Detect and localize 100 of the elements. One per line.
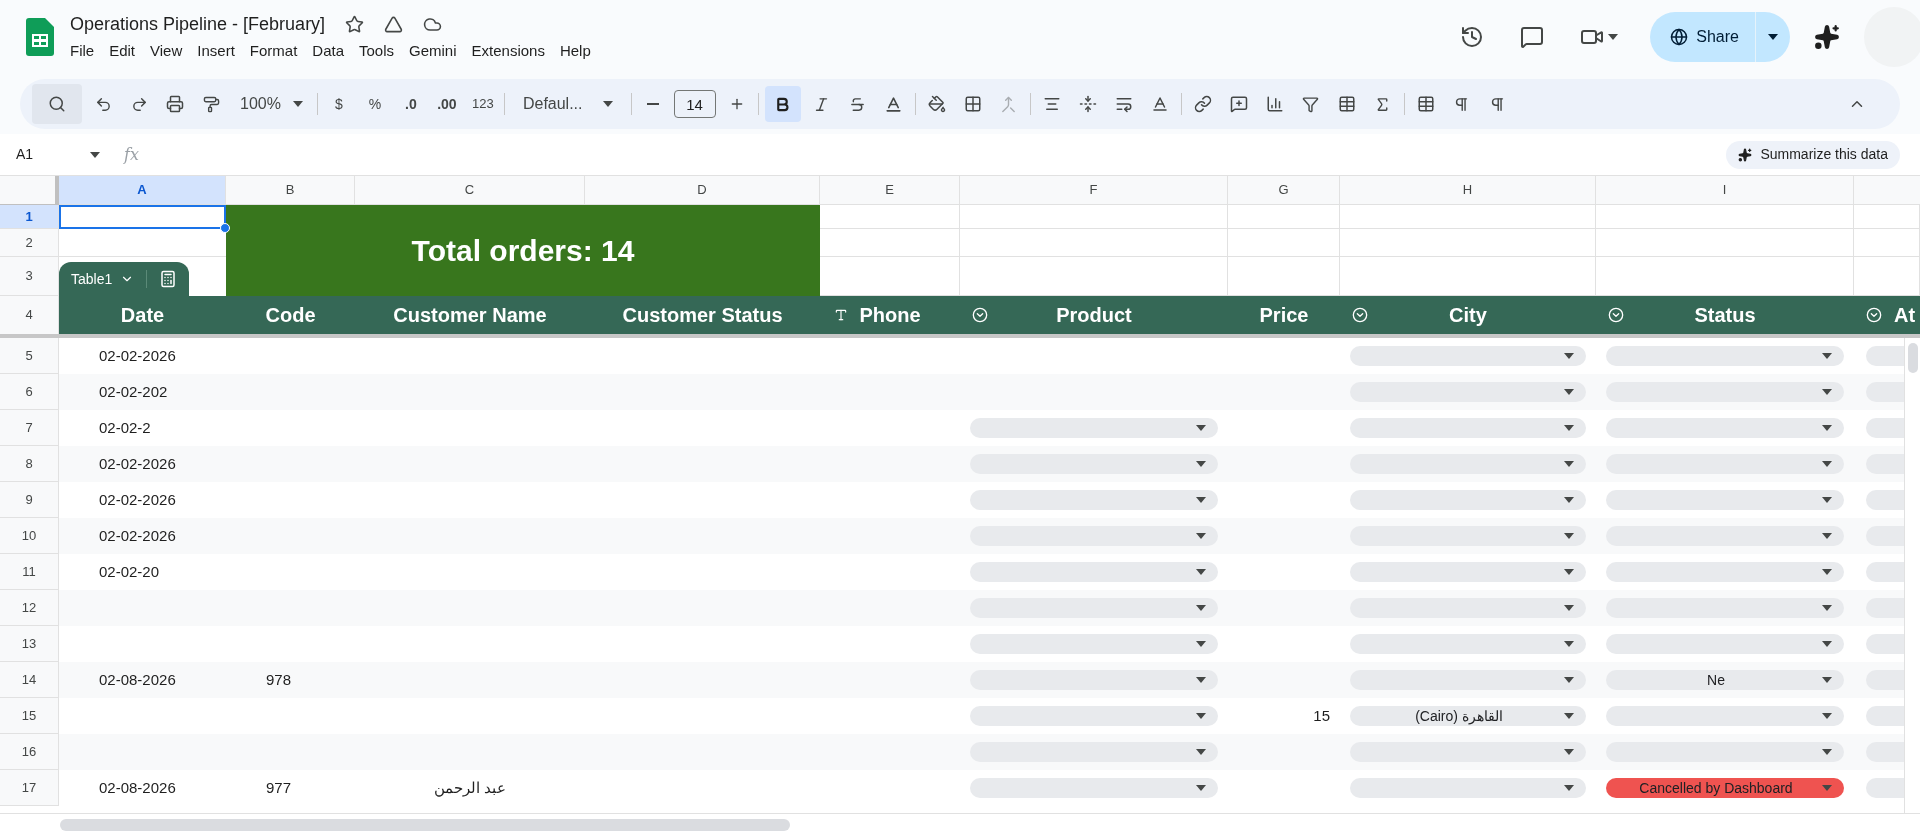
font-select[interactable]: Defaul...: [510, 92, 625, 116]
search-button[interactable]: [32, 84, 82, 124]
dropdown-chip[interactable]: [970, 490, 1218, 510]
dropdown-chip[interactable]: [970, 598, 1218, 618]
menu-item[interactable]: Edit: [109, 40, 136, 63]
table-header-cell[interactable]: Customer Name: [355, 296, 585, 334]
dropdown-chip[interactable]: [1866, 742, 1904, 762]
dropdown-chip[interactable]: [1350, 562, 1586, 582]
menu-item[interactable]: Extensions: [471, 40, 545, 63]
column-header[interactable]: I: [1596, 176, 1854, 205]
row-header[interactable]: 15: [0, 698, 59, 734]
table-header-cell[interactable]: Date: [59, 296, 226, 334]
dropdown-chip[interactable]: [1350, 778, 1586, 798]
dropdown-chip[interactable]: [1350, 670, 1586, 690]
increase-decimal-button[interactable]: .00: [431, 89, 462, 119]
dropdown-chip[interactable]: [970, 562, 1218, 582]
row-header[interactable]: 17: [0, 770, 59, 806]
row-header[interactable]: 7: [0, 410, 59, 446]
table-header-cell[interactable]: Status: [1596, 296, 1854, 334]
drive-icon[interactable]: [384, 15, 404, 35]
dropdown-chip[interactable]: [1606, 454, 1844, 474]
history-icon[interactable]: [1460, 25, 1485, 49]
row-header[interactable]: 6: [0, 374, 59, 410]
row-header[interactable]: 13: [0, 626, 59, 662]
menu-item[interactable]: Insert: [197, 40, 235, 63]
dropdown-chip[interactable]: [970, 418, 1218, 438]
column-header[interactable]: H: [1340, 176, 1596, 205]
sparkle-icon[interactable]: [1814, 24, 1840, 50]
menu-item[interactable]: Help: [559, 40, 591, 63]
menu-item[interactable]: Gemini: [409, 40, 457, 63]
table-header-cell[interactable]: Customer Status: [585, 296, 820, 334]
dropdown-chip[interactable]: [1866, 454, 1904, 474]
menu-item[interactable]: Format: [249, 40, 298, 63]
row-header[interactable]: 5: [0, 338, 59, 374]
dropdown-chip[interactable]: [970, 454, 1218, 474]
column-header[interactable]: F: [960, 176, 1228, 205]
dropdown-chip[interactable]: [1866, 598, 1904, 618]
menu-item[interactable]: File: [70, 40, 95, 63]
row-header[interactable]: 4: [0, 296, 59, 334]
dropdown-chip[interactable]: [1866, 634, 1904, 654]
dropdown-chip[interactable]: [1350, 346, 1586, 366]
table-header-cell[interactable]: City: [1340, 296, 1596, 334]
row-header[interactable]: 9: [0, 482, 59, 518]
vertical-scrollbar[interactable]: [1907, 343, 1918, 373]
dropdown-chip[interactable]: [1866, 706, 1904, 726]
column-header[interactable]: B: [226, 176, 355, 205]
dropdown-chip[interactable]: [1350, 382, 1586, 402]
column-header[interactable]: C: [355, 176, 585, 205]
dropdown-chip[interactable]: [1606, 346, 1844, 366]
dropdown-chip[interactable]: [1350, 490, 1586, 510]
dropdown-chip[interactable]: [970, 634, 1218, 654]
dropdown-chip[interactable]: Ne: [1606, 670, 1844, 690]
column-header[interactable]: [1854, 176, 1920, 205]
column-header[interactable]: E: [820, 176, 960, 205]
comment-icon[interactable]: [1520, 25, 1545, 49]
dropdown-chip[interactable]: [1350, 454, 1586, 474]
table-header-cell[interactable]: Code: [226, 296, 355, 334]
calculator-icon[interactable]: [159, 270, 178, 288]
column-header[interactable]: D: [585, 176, 820, 205]
dropdown-chip[interactable]: [970, 706, 1218, 726]
sheets-logo-icon[interactable]: [26, 18, 54, 56]
dropdown-chip[interactable]: [1866, 490, 1904, 510]
dropdown-chip[interactable]: [1350, 526, 1586, 546]
dropdown-chip[interactable]: [1606, 634, 1844, 654]
dropdown-chip[interactable]: [1606, 706, 1844, 726]
menu-item[interactable]: Data: [312, 40, 344, 63]
dropdown-chip[interactable]: [1350, 634, 1586, 654]
dropdown-chip[interactable]: [970, 526, 1218, 546]
dropdown-chip[interactable]: [1866, 562, 1904, 582]
dropdown-chip[interactable]: Cancelled by Dashboard: [1606, 778, 1844, 798]
table-header-cell[interactable]: Price: [1228, 296, 1340, 334]
menu-item[interactable]: View: [150, 40, 183, 63]
dropdown-chip[interactable]: [1606, 490, 1844, 510]
column-header[interactable]: G: [1228, 176, 1340, 205]
dropdown-chip[interactable]: [1350, 742, 1586, 762]
dropdown-chip[interactable]: [1866, 670, 1904, 690]
dropdown-chip[interactable]: [970, 778, 1218, 798]
star-icon[interactable]: [345, 15, 365, 35]
column-header[interactable]: A: [59, 176, 226, 205]
row-header[interactable]: 16: [0, 734, 59, 770]
document-title[interactable]: Operations Pipeline - [February]: [70, 11, 326, 39]
dropdown-chip[interactable]: [1606, 742, 1844, 762]
row-header[interactable]: 8: [0, 446, 59, 482]
dropdown-chip[interactable]: [1606, 418, 1844, 438]
row-header[interactable]: 2: [0, 229, 59, 257]
dropdown-chip[interactable]: [1866, 418, 1904, 438]
zoom-select[interactable]: 100%: [232, 92, 311, 116]
dropdown-chip[interactable]: [1866, 778, 1904, 798]
row-header[interactable]: 11: [0, 554, 59, 590]
dropdown-chip[interactable]: [1866, 346, 1904, 366]
dropdown-chip[interactable]: [1350, 418, 1586, 438]
horizontal-scrollbar[interactable]: [60, 818, 790, 831]
dropdown-chip[interactable]: [970, 742, 1218, 762]
dropdown-chip[interactable]: [1606, 562, 1844, 582]
menu-item[interactable]: Tools: [359, 40, 395, 63]
dropdown-chip[interactable]: [1350, 598, 1586, 618]
row-header[interactable]: 10: [0, 518, 59, 554]
dropdown-chip[interactable]: [1606, 526, 1844, 546]
dropdown-chip[interactable]: [970, 670, 1218, 690]
row-header[interactable]: 3: [0, 257, 59, 296]
